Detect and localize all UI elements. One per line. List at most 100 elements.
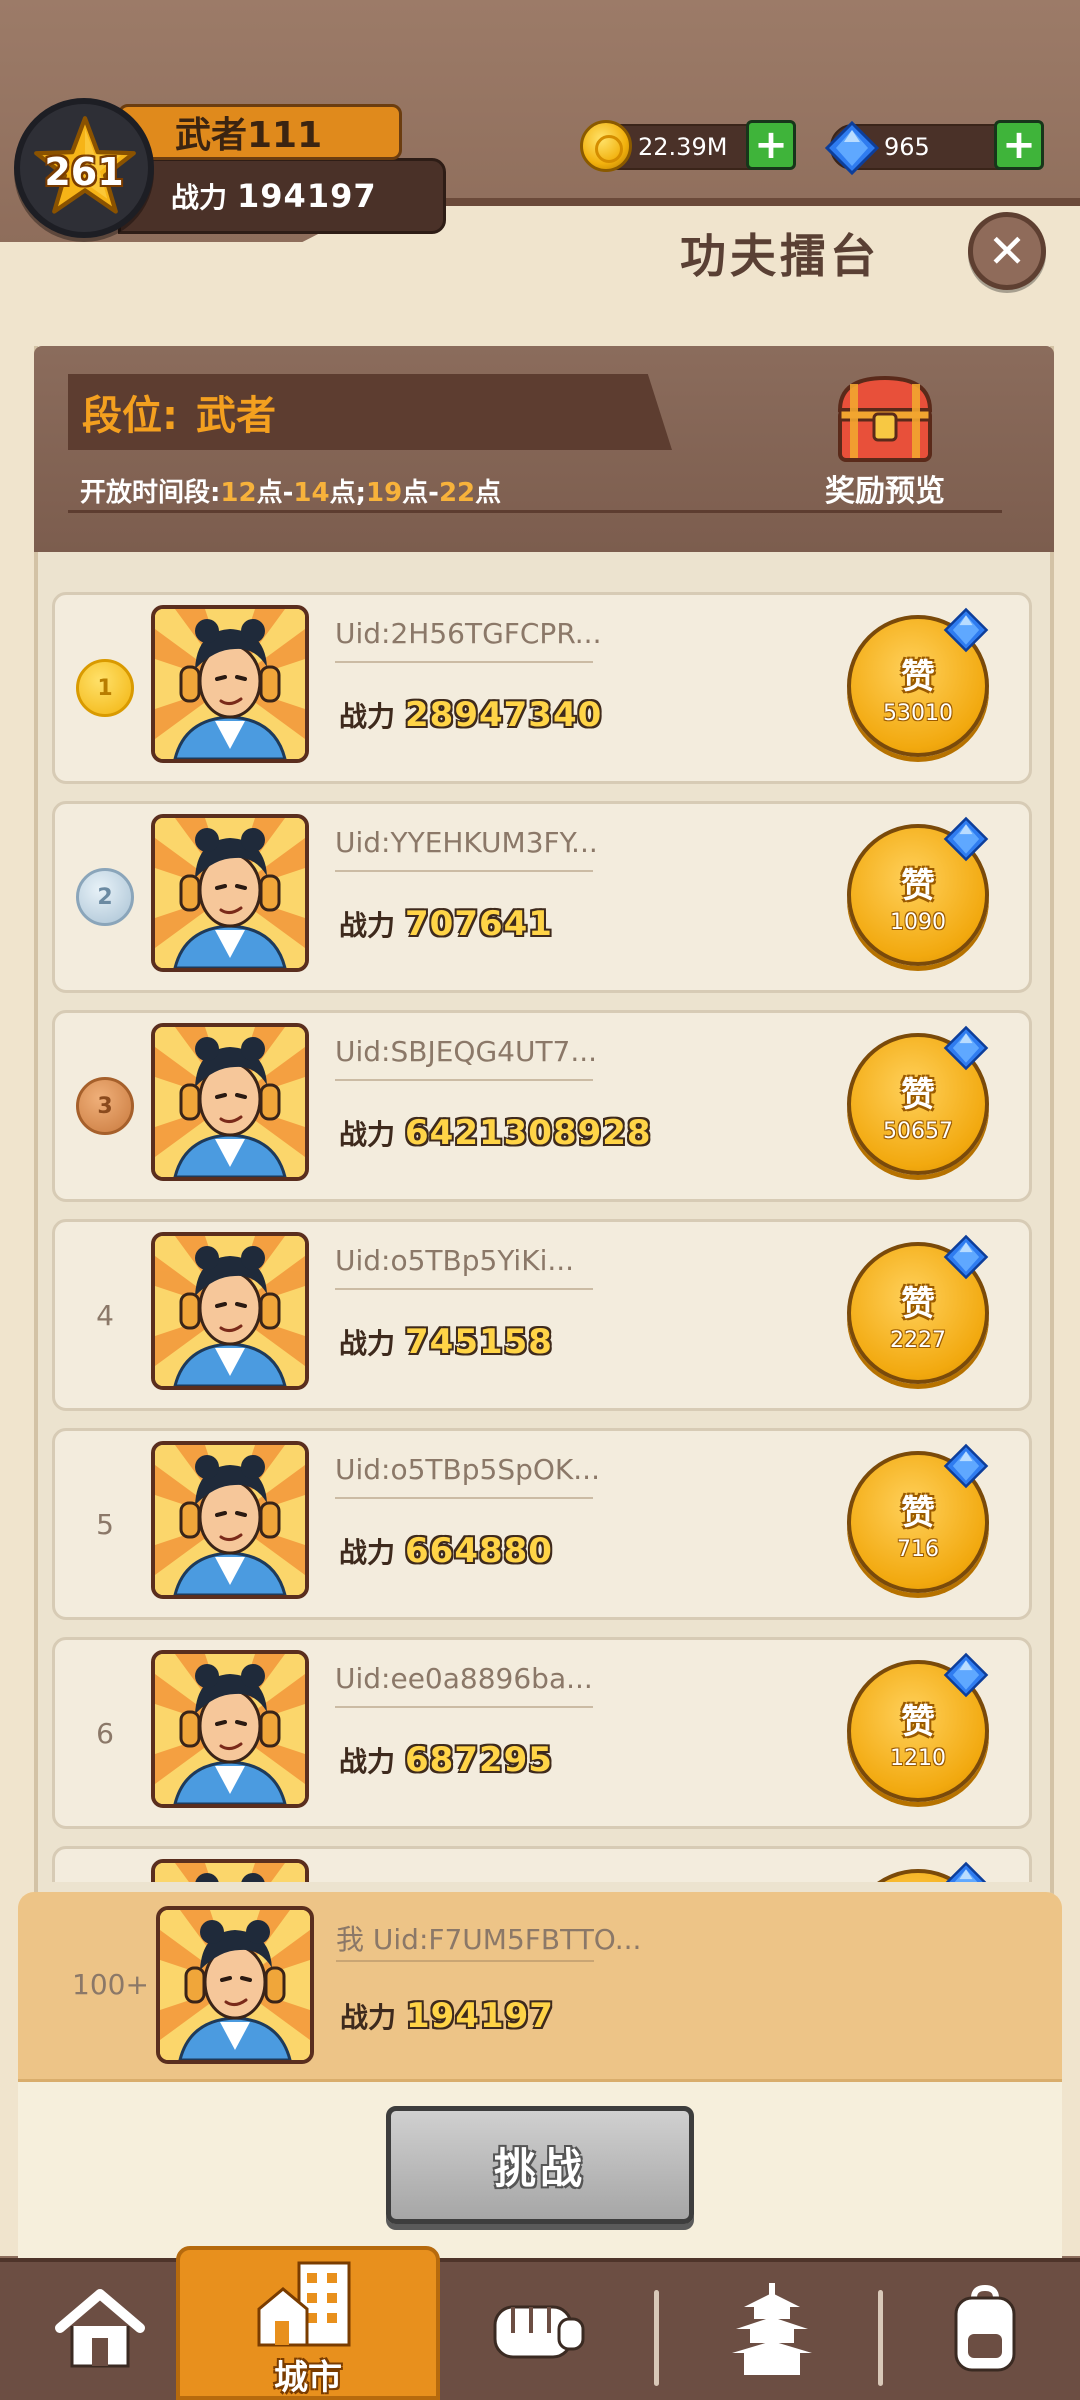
- nav-separator: [878, 2290, 883, 2386]
- my-rank: 100+: [72, 1968, 149, 2001]
- open-time-sep-2: 点;: [329, 478, 366, 508]
- my-uid: 我 Uid:F7UM5FBTTO...: [336, 1923, 642, 1956]
- power-value: 664880: [405, 1531, 553, 1571]
- like-label: 赞: [901, 657, 935, 697]
- player-level: 261: [44, 150, 124, 194]
- leaderboard-row[interactable]: 4 Uid:o5TBp5YiKi... 战力 745158 赞 2227: [52, 1219, 1032, 1411]
- like-count: 1090: [890, 910, 946, 935]
- player-avatar[interactable]: [151, 814, 309, 972]
- gem-icon: [945, 1861, 987, 1882]
- rank-medal-icon: 1: [76, 659, 134, 717]
- player-avatar[interactable]: [151, 1232, 309, 1390]
- player-avatar[interactable]: [151, 605, 309, 763]
- gem-icon: [824, 120, 880, 176]
- player-power-label: 战力: [171, 181, 228, 214]
- like-label: 赞: [901, 1284, 935, 1324]
- player-avatar-image: [155, 1863, 305, 1882]
- fist-icon: [493, 2305, 585, 2359]
- rank-number: 6: [96, 1716, 114, 1750]
- player-power: 战力 6421308928: [339, 1113, 652, 1153]
- my-power-label: 战力: [340, 2001, 397, 2034]
- power-value: 28947340: [405, 695, 603, 735]
- power-value: 707641: [405, 904, 553, 944]
- nav-pagoda[interactable]: [712, 2258, 832, 2400]
- my-avatar[interactable]: [156, 1906, 314, 2064]
- player-avatar-image: [155, 1027, 305, 1177]
- uid-underline: [335, 1497, 593, 1499]
- open-time-1: 12: [220, 478, 257, 508]
- power-label: 战力: [339, 1327, 396, 1360]
- open-time-4: 22: [438, 478, 476, 508]
- player-avatar-image: [160, 1910, 310, 2060]
- reward-preview-button[interactable]: 奖励预览: [810, 370, 960, 510]
- rank-cell: 2: [65, 864, 145, 930]
- player-avatar[interactable]: [151, 1441, 309, 1599]
- nav-home[interactable]: [40, 2258, 160, 2400]
- leaderboard-row[interactable]: 1 Uid:2H56TGFCPR... 战力 28947340 赞 53010: [52, 592, 1032, 784]
- player-uid: Uid:YYEHKUM3FY...: [335, 826, 598, 859]
- my-power-value: 194197: [406, 1996, 554, 2036]
- gem-icon: [943, 1234, 989, 1280]
- like-label: 赞: [901, 1493, 935, 1533]
- rank-number: 4: [96, 1298, 114, 1332]
- nav-separator: [654, 2290, 659, 2386]
- uid-underline: [335, 1706, 593, 1708]
- rank-medal-icon: 3: [76, 1077, 134, 1135]
- close-icon: ✕: [987, 224, 1027, 278]
- player-power-plate: 战力 194197: [118, 158, 446, 234]
- gem-icon: [943, 1025, 989, 1071]
- open-time-2: 14: [293, 478, 330, 508]
- power-label: 战力: [339, 1745, 396, 1778]
- challenge-button[interactable]: 挑战: [386, 2106, 694, 2224]
- player-avatar[interactable]: [151, 1650, 309, 1808]
- leaderboard-row[interactable]: 5 Uid:o5TBp5SpOK... 战力 664880 赞 716: [52, 1428, 1032, 1620]
- power-value: 687295: [405, 1740, 553, 1780]
- add-gold-button[interactable]: +: [746, 120, 796, 170]
- my-uid-underline: [336, 1960, 594, 1962]
- power-value: 6421308928: [405, 1113, 652, 1153]
- like-count: 1210: [890, 1746, 946, 1771]
- player-level-badge[interactable]: 261: [14, 98, 154, 238]
- reward-preview-label: 奖励预览: [825, 474, 945, 509]
- gold-amount: 22.39M: [638, 133, 728, 161]
- player-uid: Uid:o5TBp5YiKi...: [335, 1244, 575, 1277]
- player-avatar[interactable]: [151, 1859, 309, 1882]
- open-time-text: 开放时间段:12点-14点;19点-22点: [80, 472, 501, 509]
- player-power: 战力 687295: [339, 1740, 553, 1780]
- gem-icon: [943, 1652, 989, 1698]
- my-power: 战力 194197: [340, 1996, 554, 2036]
- leaderboard-row[interactable]: 6 Uid:ee0a8896ba... 战力 687295 赞 1210: [52, 1637, 1032, 1829]
- rank-medal-icon: 2: [76, 868, 134, 926]
- rank-cell: 4: [65, 1282, 145, 1348]
- player-name: 武者111: [175, 115, 323, 156]
- like-label: 赞: [901, 1702, 935, 1742]
- open-time-sep-3: 点-: [402, 478, 439, 508]
- player-avatar-image: [155, 1654, 305, 1804]
- like-count: 53010: [883, 701, 953, 726]
- player-power: 战力 745158: [339, 1322, 553, 1362]
- backpack-icon: [954, 2284, 1016, 2372]
- power-label: 战力: [339, 909, 396, 942]
- player-avatar[interactable]: [151, 1023, 309, 1181]
- leaderboard-list[interactable]: 1 Uid:2H56TGFCPR... 战力 28947340 赞 53010 2 Uid:Y…: [52, 592, 1032, 1882]
- rank-cell: 5: [65, 1491, 145, 1557]
- home-icon: [55, 2289, 145, 2368]
- leaderboard-row[interactable]: 3 Uid:SBJEQG4UT7... 战力 6421308928 赞 50657: [52, 1010, 1032, 1202]
- leaderboard-row-partial[interactable]: [52, 1846, 1032, 1882]
- close-button[interactable]: ✕: [968, 212, 1046, 290]
- nav-backpack[interactable]: [930, 2258, 1040, 2400]
- like-count: 50657: [883, 1119, 953, 1144]
- nav-city[interactable]: [248, 2252, 368, 2352]
- player-avatar-image: [155, 1445, 305, 1595]
- page-title: 功夫擂台: [680, 229, 880, 283]
- header-divider: [68, 510, 1002, 513]
- uid-underline: [335, 1288, 593, 1290]
- leaderboard-row[interactable]: 2 Uid:YYEHKUM3FY... 战力 707641 赞 1090: [52, 801, 1032, 993]
- player-power: 战力 707641: [339, 904, 553, 944]
- open-time-prefix: 开放时间段:: [80, 478, 221, 508]
- like-label: 赞: [901, 866, 935, 906]
- add-gems-button[interactable]: +: [994, 120, 1044, 170]
- like-count: 716: [897, 1537, 939, 1562]
- player-avatar-image: [155, 818, 305, 968]
- nav-fight[interactable]: [474, 2258, 604, 2400]
